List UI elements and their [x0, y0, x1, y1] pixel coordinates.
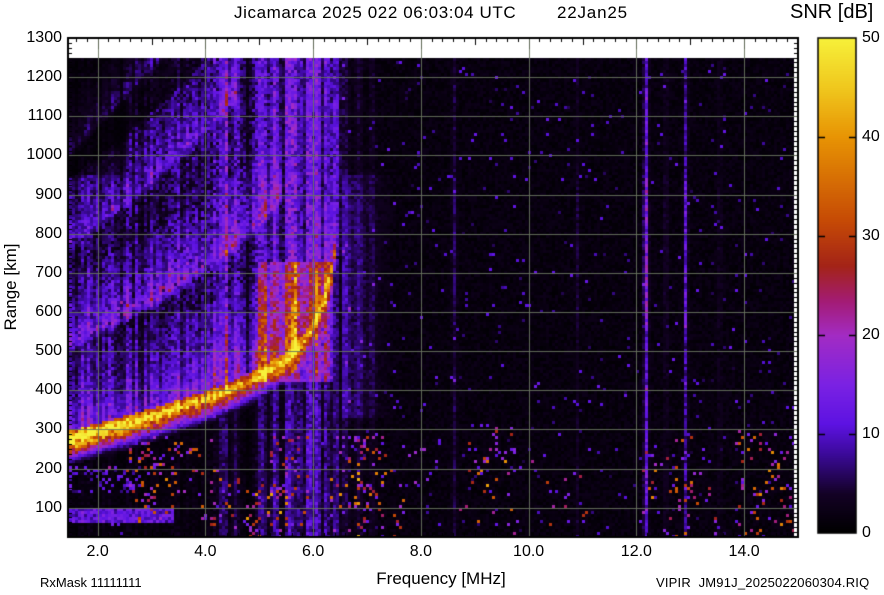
y-tick-label: 100: [16, 499, 62, 517]
y-tick-label: 1000: [16, 146, 62, 164]
page-title: Jicamarca 2025 022 06:03:04 UTC: [234, 3, 516, 23]
x-tick-label: 12.0: [611, 543, 661, 561]
data-file-label: VIPIR JM91J_2025022060304.RIQ: [656, 575, 869, 590]
rx-mask-label: RxMask 11111111: [40, 575, 142, 590]
x-tick-label: 6.0: [288, 543, 338, 561]
y-tick-label: 600: [16, 303, 62, 321]
y-tick-label: 800: [16, 225, 62, 243]
x-tick-label: 14.0: [719, 543, 769, 561]
x-tick-label: 2.0: [73, 543, 123, 561]
y-tick-label: 300: [16, 420, 62, 438]
y-tick-label: 1100: [16, 107, 62, 125]
x-axis-label: Frequency [MHz]: [341, 569, 541, 589]
y-tick-label: 900: [16, 186, 62, 204]
x-tick-label: 10.0: [504, 543, 554, 561]
colorbar-tick-label: 0: [862, 524, 871, 542]
x-tick-label: 8.0: [396, 543, 446, 561]
y-tick-label: 200: [16, 460, 62, 478]
y-tick-label: 400: [16, 381, 62, 399]
y-tick-label: 1300: [16, 29, 62, 47]
colorbar-tick-label: 30: [862, 227, 880, 245]
colorbar-tick-label: 10: [862, 425, 880, 443]
x-tick-label: 4.0: [180, 543, 230, 561]
colorbar-title: SNR [dB]: [790, 1, 873, 24]
y-tick-label: 700: [16, 264, 62, 282]
title-date: 22Jan25: [557, 3, 628, 23]
y-axis-label: Range [km]: [1, 232, 21, 342]
ionogram-app: Jicamarca 2025 022 06:03:04 UTC 22Jan25 …: [0, 0, 884, 595]
colorbar-tick-label: 40: [862, 128, 880, 146]
y-tick-label: 500: [16, 342, 62, 360]
y-tick-label: 1200: [16, 68, 62, 86]
colorbar-tick-label: 20: [862, 326, 880, 344]
colorbar-tick-label: 50: [862, 29, 880, 47]
ionogram-canvas: [0, 0, 884, 595]
